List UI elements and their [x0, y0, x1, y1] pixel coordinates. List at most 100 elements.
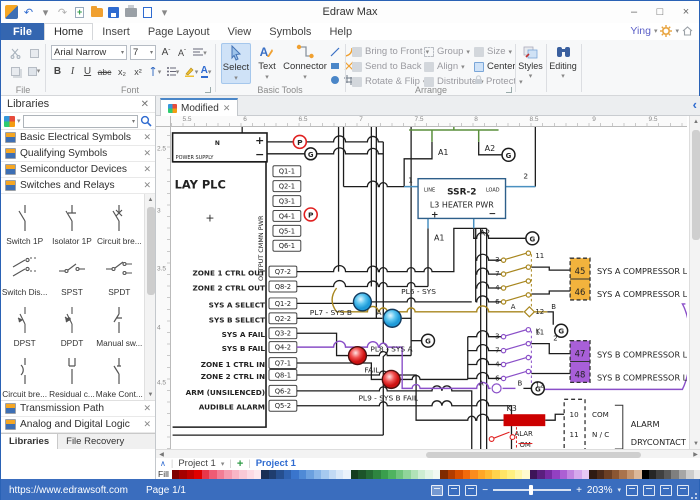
alarm-drycontact-block[interactable]: 10 11 12 COM N / C N / O ALARM DRYCONTAC… [564, 399, 687, 449]
zoom-out-button[interactable]: − [482, 485, 488, 496]
close-document-icon[interactable]: ✕ [223, 103, 231, 114]
send-to-back-button[interactable]: Send to Back▾ [352, 60, 428, 73]
qat-customize-dropdown[interactable]: ▾ [158, 6, 171, 19]
color-swatch[interactable] [522, 470, 529, 479]
color-swatch[interactable] [351, 470, 358, 479]
zoom-in-button[interactable]: + [576, 485, 582, 496]
home-icon[interactable] [682, 26, 693, 36]
color-swatch[interactable] [373, 470, 380, 479]
scroll-up-icon[interactable]: ▲ [145, 194, 155, 205]
size-button[interactable]: Size▾ [474, 45, 512, 58]
zoom-slider[interactable] [493, 489, 571, 491]
color-swatch[interactable] [284, 470, 291, 479]
arrange-dialog-launcher[interactable] [506, 87, 512, 93]
color-swatch[interactable] [217, 470, 224, 479]
editing-button[interactable]: Editing▾ [548, 43, 578, 84]
drawing-page[interactable]: N + − POWER SUPPLY LAY PLC + OUTPUT CMMN… [171, 127, 687, 449]
group-button[interactable]: Group▾ [424, 45, 470, 58]
color-swatch[interactable] [321, 470, 328, 479]
page-selector-dropdown[interactable]: ▾ [221, 460, 225, 468]
cut-icon[interactable] [7, 45, 23, 61]
color-swatch[interactable] [232, 470, 239, 479]
color-swatch[interactable] [507, 470, 514, 479]
panel-tab-file-recovery[interactable]: File Recovery [58, 434, 132, 449]
normal-view-icon[interactable] [431, 485, 443, 496]
alarm-relay-k3[interactable]: K3 ALAR OM [489, 404, 545, 449]
color-swatch[interactable] [589, 470, 596, 479]
color-swatch[interactable] [642, 470, 649, 479]
color-swatch[interactable] [418, 470, 425, 479]
color-swatch[interactable] [470, 470, 477, 479]
color-swatch[interactable] [269, 470, 276, 479]
styles-button[interactable]: Styles▾ [517, 43, 544, 84]
page-tab-project1[interactable]: Project 1 [256, 458, 296, 469]
zoom-find-icon[interactable] [660, 485, 672, 496]
collapse-pages-icon[interactable]: ∧ [160, 459, 166, 468]
color-swatch[interactable] [455, 470, 462, 479]
library-menu-icon[interactable] [4, 116, 15, 127]
color-swatch[interactable] [545, 470, 552, 479]
symbol-isolator-1p[interactable]: Isolator 1P [48, 196, 95, 247]
color-swatch[interactable] [582, 470, 589, 479]
symbol-circuit-breaker-2[interactable]: Circuit bre... [1, 349, 48, 400]
superscript-button[interactable]: x² [131, 64, 145, 79]
color-swatch[interactable] [664, 470, 671, 479]
color-swatch[interactable] [194, 470, 201, 479]
color-swatch[interactable] [187, 470, 194, 479]
color-swatch[interactable] [627, 470, 634, 479]
scroll-up-icon[interactable]: ▲ [690, 116, 700, 127]
fit-page-icon[interactable] [643, 485, 655, 496]
color-swatch[interactable] [366, 470, 373, 479]
color-swatch[interactable] [254, 470, 261, 479]
symbol-spst[interactable]: SPST [48, 247, 95, 298]
library-item-transmission-path[interactable]: Transmission Path✕ [1, 401, 155, 417]
color-swatch[interactable] [358, 470, 365, 479]
color-swatch[interactable] [612, 470, 619, 479]
color-swatch[interactable] [306, 470, 313, 479]
color-swatch[interactable] [537, 470, 544, 479]
underline-button[interactable]: U [81, 64, 94, 79]
paste-icon[interactable]: ▾ [25, 63, 43, 79]
zoom-dropdown[interactable]: ▾ [617, 486, 621, 494]
bold-button[interactable]: B [51, 64, 64, 79]
color-swatch[interactable] [224, 470, 231, 479]
center-button[interactable]: Center [474, 60, 516, 73]
symbol-gallery-scrollbar[interactable]: ▲ ▼ [144, 194, 155, 400]
color-swatch[interactable] [425, 470, 432, 479]
color-swatch[interactable] [329, 470, 336, 479]
text-tool-button[interactable]: A Text▾ [254, 43, 280, 84]
font-size-combobox[interactable]: 7▾ [130, 45, 156, 60]
zoom-slider-knob[interactable] [529, 485, 533, 495]
color-swatch[interactable] [619, 470, 626, 479]
line-spacing-button[interactable]: ▾ [147, 64, 163, 79]
document-tab-modified[interactable]: Modified ✕ [160, 98, 238, 116]
subscript-button[interactable]: x₂ [115, 64, 129, 79]
minimize-button[interactable]: – [621, 1, 647, 23]
zoom-level[interactable]: 203% [587, 485, 613, 496]
color-swatch[interactable] [411, 470, 418, 479]
maximize-button[interactable]: □ [647, 1, 673, 23]
symbol-residual-current[interactable]: Residual c... [48, 349, 95, 400]
color-swatch[interactable] [403, 470, 410, 479]
library-item-analog-digital-logic[interactable]: Analog and Digital Logic✕ [1, 417, 155, 433]
color-swatch[interactable] [500, 470, 507, 479]
grid-view-icon[interactable] [677, 485, 689, 496]
color-swatch[interactable] [597, 470, 604, 479]
gear-icon[interactable] [660, 25, 672, 37]
color-swatch[interactable] [656, 470, 663, 479]
tab-symbols[interactable]: Symbols [260, 23, 320, 40]
color-swatch[interactable] [336, 470, 343, 479]
color-swatch[interactable] [388, 470, 395, 479]
close-library-icon[interactable]: ✕ [143, 419, 151, 430]
plc-output-terminals[interactable]: Q1-1Q2-1 Q3-1Q4-1 Q5-1Q6-1 [273, 166, 301, 251]
close-library-icon[interactable]: ✕ [143, 164, 151, 175]
undo-button[interactable]: ↶ [22, 6, 35, 19]
save-button[interactable] [107, 6, 120, 19]
resize-grip[interactable] [690, 492, 698, 500]
library-item-qualifying[interactable]: Qualifying Symbols✕ [1, 146, 155, 162]
import-button[interactable] [73, 6, 86, 19]
status-url[interactable]: https://www.edrawsoft.com [9, 485, 128, 496]
collapse-panel-icon[interactable]: ‹ [693, 97, 697, 112]
symbol-dpst[interactable]: DPST [1, 298, 48, 349]
color-swatch[interactable] [679, 470, 686, 479]
